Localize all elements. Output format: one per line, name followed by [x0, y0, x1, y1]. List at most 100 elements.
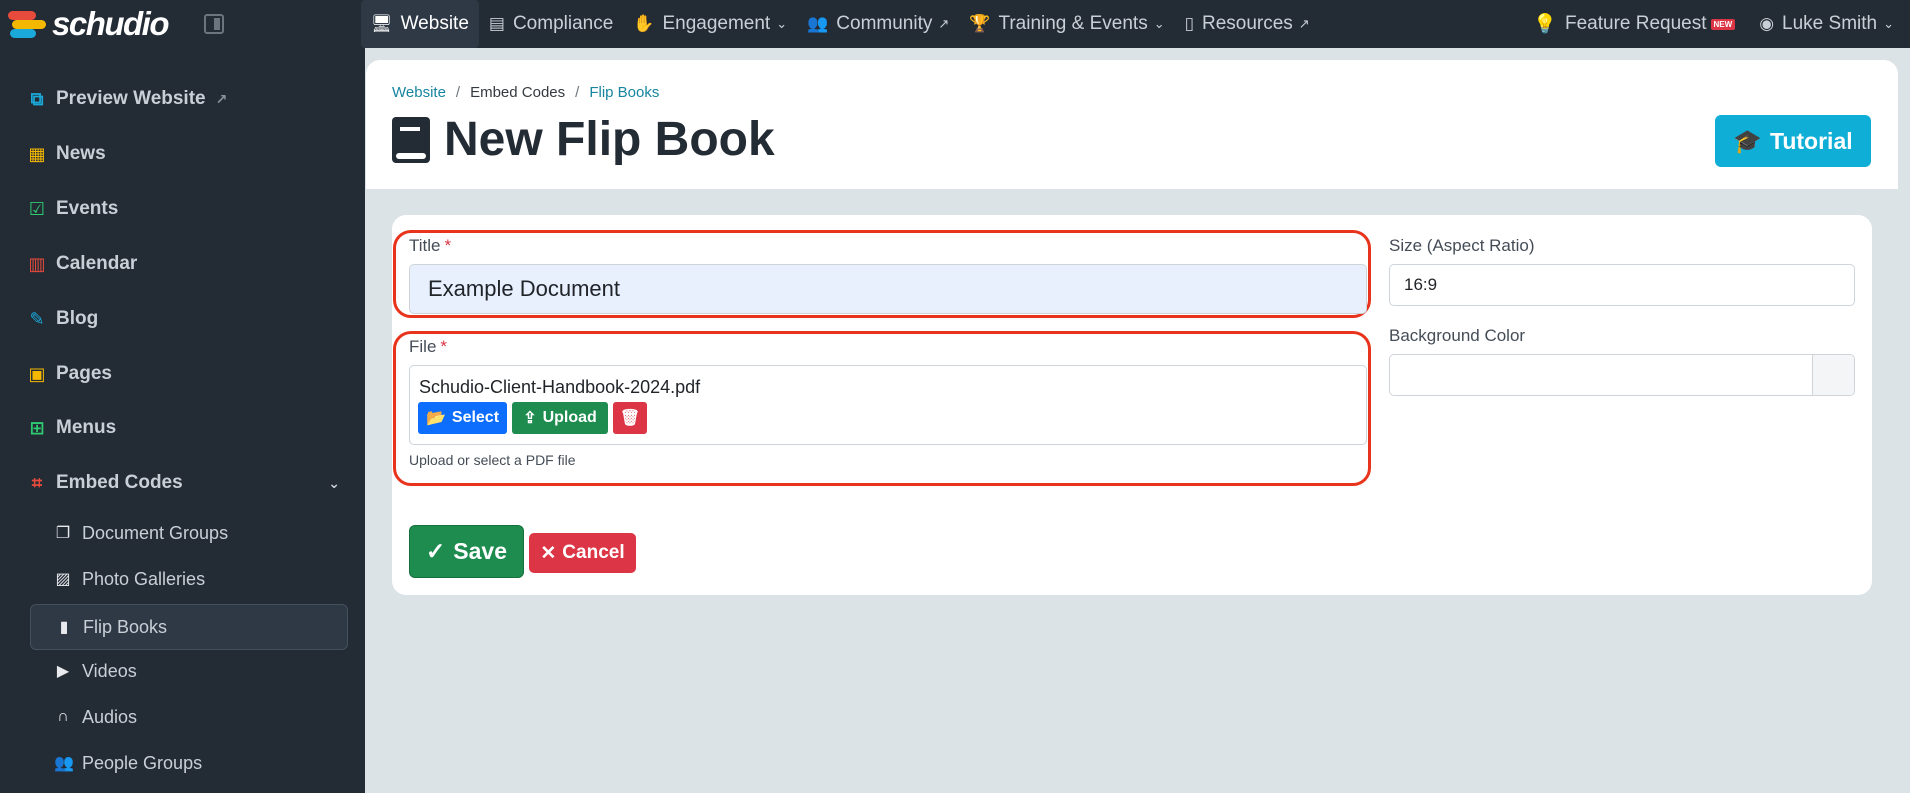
sidebar: ⧉ Preview Website ↗ ▦ News ☑ Events ▥ Ca…: [0, 48, 365, 793]
cancel-button[interactable]: ✕ Cancel: [529, 533, 636, 573]
external-link-icon: ↗: [1298, 16, 1310, 31]
trophy-icon: 🏆: [969, 14, 991, 33]
sidebar-subitem-label: People Groups: [82, 752, 203, 773]
title-input-value: Example Document: [428, 276, 620, 301]
blog-icon: ✎: [29, 308, 45, 329]
newspaper-icon: ▦: [28, 143, 46, 164]
users-icon: 👥: [807, 14, 829, 33]
sidebar-subitem-label: Flip Books: [83, 616, 168, 637]
sidebar-item-label: Calendar: [56, 253, 138, 274]
sidebar-item-preview-website[interactable]: ⧉ Preview Website ↗: [26, 88, 228, 110]
background-color-label: Background Color: [1389, 326, 1526, 345]
size-aspect-ratio-input[interactable]: 16:9: [1389, 264, 1855, 306]
nav-compliance[interactable]: ▤ Compliance: [479, 0, 623, 48]
sidebar-toggle-icon[interactable]: [204, 14, 224, 34]
file-label-text: File: [409, 337, 437, 356]
sidebar-item-label: Blog: [56, 308, 99, 329]
breadcrumb-embed-codes: Embed Codes: [470, 84, 566, 101]
sidebar-subitem-label: Audios: [82, 706, 138, 727]
title-input[interactable]: Example Document: [409, 264, 1367, 314]
page-header: Website / Embed Codes / Flip Books New F…: [366, 60, 1898, 189]
preview-icon: ⧉: [30, 88, 44, 109]
headphones-icon: ∩: [57, 708, 69, 725]
sidebar-item-calendar[interactable]: ▥ Calendar: [26, 253, 137, 275]
nav-label: Engagement: [662, 13, 771, 34]
page-title: New Flip Book: [444, 113, 775, 166]
title-label-text: Title: [409, 236, 441, 255]
upload-file-button[interactable]: ⇪ Upload: [512, 402, 608, 434]
required-marker: *: [444, 236, 452, 255]
sidebar-item-label: Events: [56, 198, 119, 219]
breadcrumb-separator: /: [575, 84, 580, 101]
external-link-icon: ↗: [938, 16, 950, 31]
select-file-button[interactable]: 📂 Select: [418, 402, 507, 434]
breadcrumb-website[interactable]: Website: [392, 84, 446, 101]
sidebar-subitem-label: Photo Galleries: [82, 568, 206, 589]
user-circle-icon: ◉: [1759, 14, 1775, 33]
feature-request-link[interactable]: 💡 Feature Request NEW: [1533, 0, 1736, 48]
sidebar-subitem-label: Document Groups: [82, 522, 229, 543]
main-nav: 🖥 Website ▤ Compliance ✋ Engagement ⌄ 👥 …: [361, 0, 1320, 48]
chevron-down-icon: ⌄: [776, 16, 788, 31]
schudio-logo[interactable]: schudio: [8, 5, 170, 42]
top-navbar: schudio 🖥 Website ▤ Compliance ✋ Engagem…: [0, 0, 1910, 48]
nav-label: Resources: [1201, 13, 1293, 34]
save-button[interactable]: ✓ Save: [409, 525, 524, 578]
nav-website[interactable]: 🖥 Website: [361, 0, 479, 48]
sidebar-item-pages[interactable]: ▣ Pages: [26, 363, 112, 385]
menus-icon: ⊞: [29, 417, 45, 438]
background-color-input[interactable]: [1389, 354, 1855, 396]
monitor-icon: 🖥: [371, 14, 393, 33]
delete-file-button[interactable]: 🗑: [613, 402, 647, 434]
breadcrumb-flip-books[interactable]: Flip Books: [589, 84, 659, 101]
sidebar-subitem-document-groups[interactable]: ❐ Document Groups: [30, 510, 348, 556]
page-title-row: New Flip Book: [392, 112, 775, 167]
chevron-down-icon: ⌄: [1883, 16, 1894, 31]
chevron-down-icon: ⌄: [1153, 16, 1165, 31]
user-menu[interactable]: ◉ Luke Smith ⌄: [1759, 0, 1894, 48]
copy-icon: ❐: [55, 525, 71, 542]
people-icon: 👥: [54, 755, 74, 772]
sidebar-item-menus[interactable]: ⊞ Menus: [26, 417, 116, 439]
calendar-check-icon: ☑: [28, 198, 46, 219]
nav-right: 💡 Feature Request NEW ◉ Luke Smith ⌄: [1533, 0, 1894, 48]
sidebar-subitem-flip-books[interactable]: ▮ Flip Books: [30, 604, 348, 650]
pages-icon: ▣: [28, 363, 46, 384]
sidebar-item-label: Embed Codes: [56, 472, 183, 493]
sidebar-subitem-photo-galleries[interactable]: ▨ Photo Galleries: [30, 556, 348, 602]
nav-label: Compliance: [512, 13, 614, 34]
handshake-icon: ✋: [633, 14, 655, 33]
sidebar-item-events[interactable]: ☑ Events: [26, 198, 118, 220]
image-icon: ▨: [55, 571, 71, 588]
sidebar-subitem-people-groups[interactable]: 👥 People Groups: [30, 740, 348, 786]
sidebar-item-embed-codes[interactable]: ⌗ Embed Codes ⌄: [26, 472, 340, 494]
sidebar-item-news[interactable]: ▦ News: [26, 143, 106, 165]
select-label: Select: [451, 409, 500, 426]
feature-request-label: Feature Request: [1565, 13, 1707, 34]
calendar-icon: ▥: [28, 253, 46, 274]
youtube-icon: ▶: [56, 663, 70, 680]
nav-label: Training & Events: [998, 13, 1148, 34]
save-label: Save: [453, 538, 507, 564]
sidebar-subitem-videos[interactable]: ▶ Videos: [30, 648, 348, 694]
required-marker: *: [440, 337, 448, 356]
sidebar-item-label: Preview Website: [56, 88, 206, 109]
sidebar-item-label: Menus: [56, 417, 117, 438]
nav-resources[interactable]: ▯ Resources ↗: [1175, 0, 1320, 48]
trash-icon: 🗑: [619, 410, 641, 427]
tutorial-button[interactable]: 🎓 Tutorial: [1715, 115, 1871, 167]
tutorial-label: Tutorial: [1770, 127, 1853, 154]
color-swatch[interactable]: [1812, 355, 1854, 395]
sidebar-subitem-audios[interactable]: ∩ Audios: [30, 694, 348, 740]
logo-text: schudio: [52, 5, 170, 42]
file-picker: Schudio-Client-Handbook-2024.pdf 📂 Selec…: [409, 365, 1367, 445]
nav-engagement[interactable]: ✋ Engagement ⌄: [623, 0, 797, 48]
flip-book-form: Title * Example Document File * Schudio-Cl…: [392, 215, 1872, 595]
sidebar-item-label: News: [56, 143, 106, 164]
nav-training-events[interactable]: 🏆 Training & Events ⌄: [959, 0, 1174, 48]
logo-mark-icon: [8, 9, 48, 39]
nav-community[interactable]: 👥 Community ↗: [797, 0, 959, 48]
nav-label: Community: [836, 13, 933, 34]
sidebar-item-blog[interactable]: ✎ Blog: [26, 308, 98, 330]
upload-label: Upload: [542, 409, 597, 426]
